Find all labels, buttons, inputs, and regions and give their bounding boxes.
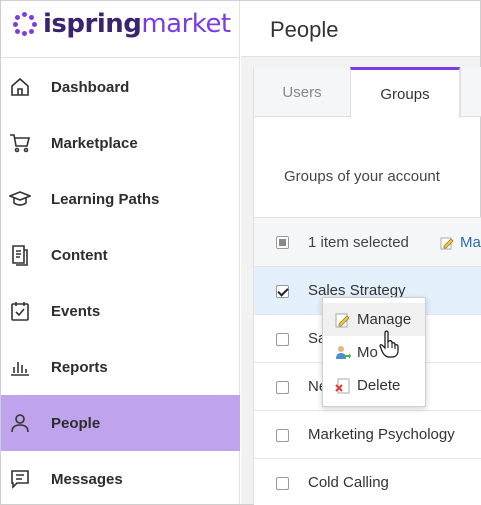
groups-panel: Users Groups Groups of your account 1 it… — [253, 67, 481, 505]
sidebar-item-label: Marketplace — [51, 134, 138, 152]
sidebar-nav: Dashboard Marketplace Learning Paths Con… — [1, 59, 240, 505]
move-user-icon — [335, 345, 351, 361]
person-icon — [9, 412, 31, 434]
row-checkbox[interactable] — [276, 429, 289, 442]
tab-users[interactable]: Users — [254, 67, 350, 117]
row-checkbox[interactable] — [276, 381, 289, 394]
sidebar-item-label: Events — [51, 302, 101, 320]
graduation-cap-icon — [9, 188, 31, 210]
menu-item-label: Delete — [357, 377, 401, 394]
pencil-icon — [440, 236, 454, 250]
message-icon — [9, 468, 31, 490]
menu-item-label: Mo — [357, 344, 378, 361]
main-content: Users Groups Groups of your account 1 it… — [241, 57, 481, 505]
select-all-checkbox[interactable] — [276, 236, 289, 249]
sidebar-item-label: Messages — [51, 470, 123, 488]
manage-link-label: Ma — [460, 234, 481, 251]
menu-item-manage[interactable]: Manage — [323, 303, 425, 336]
delete-icon — [335, 378, 351, 394]
bar-chart-icon — [9, 356, 31, 378]
menu-item-label: Manage — [357, 311, 412, 328]
cart-icon — [9, 132, 31, 154]
menu-item-move[interactable]: Mo — [323, 336, 425, 369]
selection-count: 1 item selected — [308, 234, 409, 251]
row-checkbox[interactable] — [276, 477, 289, 490]
logo-bold-text: ispring — [43, 9, 142, 39]
group-name: Cold Calling — [308, 474, 389, 491]
logo-mark-icon — [13, 12, 37, 36]
sidebar: ispringmarket Dashboard Marketplace Lear… — [1, 1, 240, 504]
sidebar-item-label: People — [51, 414, 101, 432]
table-row[interactable]: Cold Calling — [254, 459, 481, 505]
groups-subtitle: Groups of your account — [284, 168, 440, 185]
context-menu: Manage Mo Delete — [322, 297, 426, 407]
hand-cursor-icon — [378, 330, 400, 358]
page-header: People — [241, 1, 480, 57]
page-title: People — [270, 17, 339, 42]
tab-overflow[interactable] — [460, 67, 481, 117]
logo-light-text: market — [141, 9, 231, 39]
menu-item-delete[interactable]: Delete — [323, 369, 425, 402]
sidebar-item-label: Dashboard — [51, 78, 130, 96]
sidebar-item-learning-paths[interactable]: Learning Paths — [1, 171, 240, 227]
sidebar-item-label: Reports — [51, 358, 108, 376]
sidebar-item-people[interactable]: People — [1, 395, 240, 451]
row-checkbox[interactable] — [276, 285, 289, 298]
selection-toolbar: 1 item selected Ma — [254, 217, 481, 267]
logo: ispringmarket — [13, 9, 231, 39]
tab-groups[interactable]: Groups — [350, 67, 460, 118]
pencil-icon — [335, 312, 351, 328]
home-icon — [9, 76, 31, 98]
manage-link[interactable]: Ma — [440, 234, 481, 251]
sidebar-divider — [1, 57, 240, 58]
sidebar-item-marketplace[interactable]: Marketplace — [1, 115, 240, 171]
sidebar-item-label: Learning Paths — [51, 190, 160, 208]
calendar-check-icon — [9, 300, 31, 322]
tab-bar: Users Groups — [254, 67, 481, 118]
document-icon — [9, 244, 31, 266]
table-row[interactable]: Marketing Psychology — [254, 411, 481, 459]
sidebar-item-dashboard[interactable]: Dashboard — [1, 59, 240, 115]
sidebar-item-events[interactable]: Events — [1, 283, 240, 339]
row-checkbox[interactable] — [276, 333, 289, 346]
sidebar-item-messages[interactable]: Messages — [1, 451, 240, 505]
sidebar-item-label: Content — [51, 246, 108, 264]
group-name: Marketing Psychology — [308, 426, 455, 443]
sidebar-item-reports[interactable]: Reports — [1, 339, 240, 395]
sidebar-item-content[interactable]: Content — [1, 227, 240, 283]
